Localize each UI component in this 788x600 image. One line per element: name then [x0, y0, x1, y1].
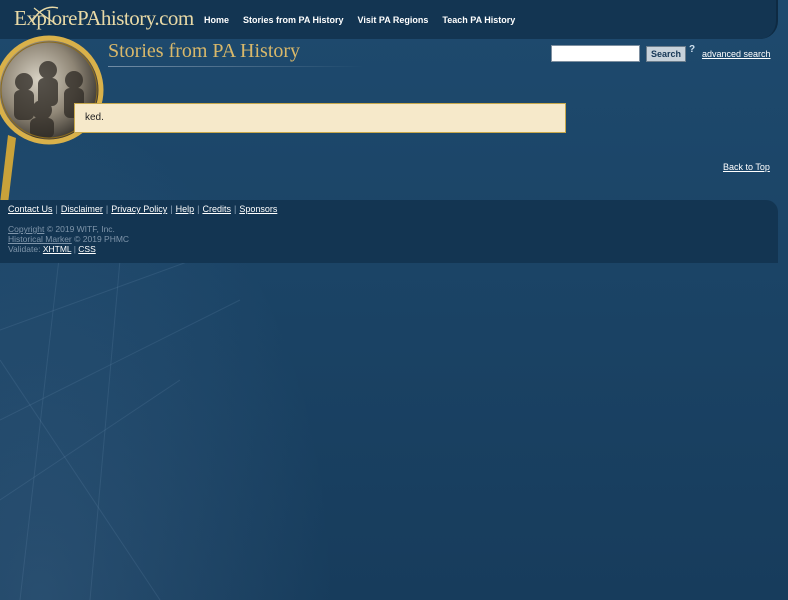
copyright-line: Copyright © 2019 WITF, Inc. [8, 224, 115, 234]
footer-link-sponsors[interactable]: Sponsors [239, 204, 277, 214]
nav-teach[interactable]: Teach PA History [435, 15, 522, 25]
footer-link-help[interactable]: Help [176, 204, 195, 214]
marker-text: © 2019 PHMC [74, 234, 130, 244]
help-icon[interactable]: ? [689, 45, 699, 55]
footer-link-credits[interactable]: Credits [202, 204, 231, 214]
footer-link-contact[interactable]: Contact Us [8, 204, 53, 214]
footer-link-privacy[interactable]: Privacy Policy [111, 204, 167, 214]
marker-line: Historical Marker © 2019 PHMC [8, 234, 129, 244]
validate-line: Validate: XHTML | CSS [8, 244, 96, 254]
title-divider [108, 66, 363, 67]
search-input[interactable] [551, 45, 640, 62]
historical-marker-link[interactable]: Historical Marker [8, 234, 72, 244]
footer-link-disclaimer[interactable]: Disclaimer [61, 204, 103, 214]
copyright-text: © 2019 WITF, Inc. [46, 224, 115, 234]
search-button[interactable]: Search [646, 46, 686, 62]
page-title: Stories from PA History [108, 40, 301, 62]
copyright-link[interactable]: Copyright [8, 224, 44, 234]
site-header: ExplorePAhistory.com Home Stories from P… [0, 0, 778, 39]
xhtml-link[interactable]: XHTML [43, 244, 72, 254]
logo-swoosh-icon [31, 6, 59, 25]
nav-home[interactable]: Home [197, 15, 236, 25]
status-message: ked. [74, 103, 566, 133]
main-nav: Home Stories from PA History Visit PA Re… [197, 15, 522, 25]
nav-stories[interactable]: Stories from PA History [236, 15, 351, 25]
background-pattern [0, 249, 241, 600]
validate-label: Validate: [8, 244, 41, 254]
status-message-text: ked. [85, 112, 104, 123]
back-to-top-link[interactable]: Back to Top [723, 162, 770, 172]
css-link[interactable]: CSS [78, 244, 95, 254]
nav-regions[interactable]: Visit PA Regions [351, 15, 436, 25]
footer-links: Contact Us | Disclaimer | Privacy Policy | Hel… [8, 204, 278, 214]
advanced-search-link[interactable]: advanced search [702, 49, 771, 59]
site-footer: Contact Us | Disclaimer | Privacy Policy | Hel… [0, 200, 778, 263]
